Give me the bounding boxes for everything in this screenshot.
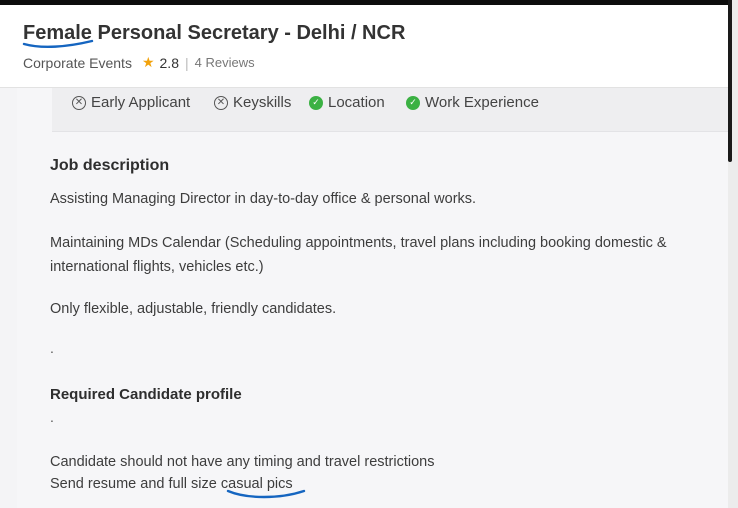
right-scroll-edge (728, 0, 738, 508)
profile-line: Send resume and full size casual pics (50, 472, 293, 496)
match-highlights: ✕ Early Applicant ✕ Keyskills ✓ Location… (52, 88, 728, 132)
highlight-keyskills: ✕ Keyskills (214, 94, 291, 111)
highlight-label: Location (328, 94, 385, 111)
jd-line: international flights, vehicles etc.) (50, 259, 264, 275)
check-circle-icon: ✓ (309, 95, 323, 110)
cross-circle-icon: ✕ (214, 95, 228, 110)
reviews-link[interactable]: 4 Reviews (195, 55, 255, 70)
job-title-rest: Personal Secretary - Delhi / NCR (91, 22, 406, 44)
highlight-label: Work Experience (425, 94, 539, 111)
company-rating: 2.8 (159, 54, 179, 71)
check-circle-icon: ✓ (406, 95, 420, 110)
company-name-link[interactable]: Corporate Events (23, 55, 132, 71)
highlight-location: ✓ Location (309, 94, 385, 111)
jd-line: Only flexible, adjustable, friendly cand… (50, 301, 337, 317)
profile-line: Candidate should not have any timing and… (50, 454, 435, 470)
job-title: Female Personal Secretary - Delhi / NCR (23, 22, 405, 45)
profile-line-highlighted-words: casual pics (220, 476, 293, 492)
profile-dot: . (50, 409, 54, 425)
candidate-profile-heading: Required Candidate profile (50, 386, 242, 403)
company-meta: Corporate Events ★ 2.8 | 4 Reviews (23, 54, 255, 71)
jd-line: Maintaining MDs Calendar (Scheduling app… (50, 235, 667, 251)
job-description-heading: Job description (50, 157, 170, 174)
highlight-early-applicant: ✕ Early Applicant (72, 94, 190, 111)
highlight-work-experience: ✓ Work Experience (406, 94, 539, 111)
star-icon: ★ (141, 54, 155, 70)
jd-dot: . (50, 340, 54, 356)
jd-line: Assisting Managing Director in day-to-da… (50, 191, 477, 207)
highlight-label: Keyskills (233, 94, 292, 111)
job-title-highlighted-word: Female (23, 22, 92, 44)
meta-separator: | (184, 54, 189, 71)
highlight-label: Early Applicant (91, 94, 191, 111)
cross-circle-icon: ✕ (72, 95, 86, 110)
scrollbar-thumb[interactable] (728, 0, 732, 162)
job-header: Female Personal Secretary - Delhi / NCR … (0, 5, 738, 88)
profile-line-prefix: Send resume and full size (50, 476, 221, 492)
